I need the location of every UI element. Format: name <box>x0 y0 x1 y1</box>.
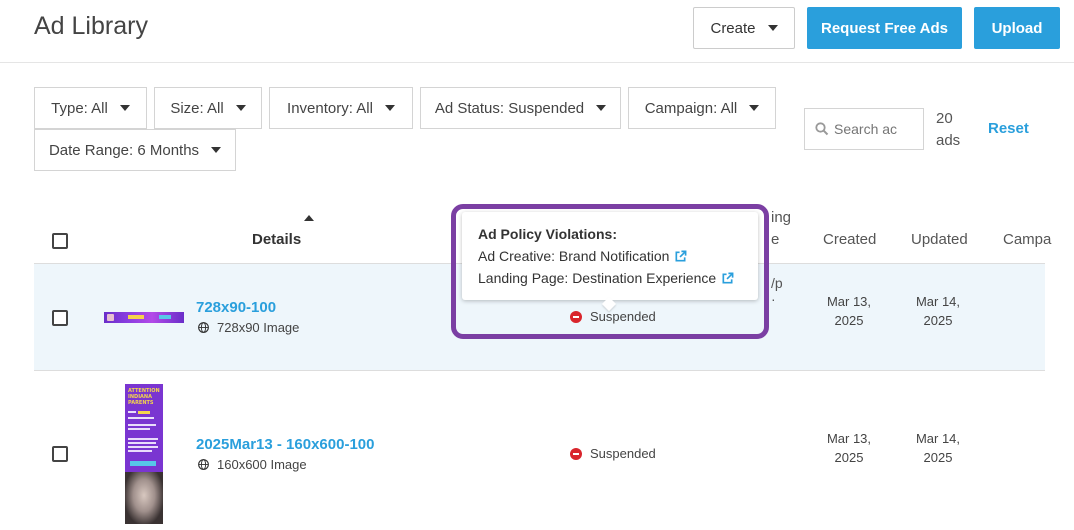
violation-ad-creative[interactable]: Ad Creative: Brand Notification <box>478 248 687 264</box>
ad-name-link[interactable]: 728x90-100 <box>196 299 276 316</box>
column-header-campaign[interactable]: Campa <box>1003 231 1051 248</box>
search-box[interactable] <box>804 108 924 150</box>
column-header-details[interactable]: Details <box>252 231 301 248</box>
search-input[interactable] <box>834 121 916 137</box>
filter-date-range[interactable]: Date Range: 6 Months <box>34 129 236 171</box>
updated-date-line1: Mar 14, <box>915 294 961 309</box>
suspended-icon <box>570 447 582 460</box>
status-badge: Suspended <box>570 446 656 461</box>
partial-cell-bottom: · <box>771 291 776 307</box>
violation-landing-page[interactable]: Landing Page: Destination Experience <box>478 270 734 286</box>
chevron-down-icon <box>749 105 760 111</box>
created-date: Mar 13, 2025 <box>819 429 879 467</box>
thumbnail-text-line3: PARENTS <box>128 400 154 406</box>
status-label: Suspended <box>590 309 656 324</box>
ad-thumbnail-skyscraper[interactable]: ATTENTION INDIANA PARENTS <box>125 384 163 524</box>
updated-date-line2: 2025 <box>923 450 953 465</box>
table-row[interactable] <box>34 372 1045 530</box>
filter-inventory-label: Inventory: All <box>287 99 373 117</box>
chevron-down-icon <box>767 25 778 31</box>
ad-type-label: 160x600 Image <box>217 457 307 472</box>
column-header-created[interactable]: Created <box>823 231 876 248</box>
search-icon <box>815 122 829 136</box>
updated-date: Mar 14, 2025 <box>908 292 968 330</box>
created-date-line1: Mar 13, <box>826 431 872 446</box>
create-button-label: Create <box>710 19 756 37</box>
updated-date: Mar 14, 2025 <box>908 429 968 467</box>
filter-date-range-label: Date Range: 6 Months <box>48 141 200 159</box>
globe-icon <box>198 459 209 470</box>
row-checkbox[interactable] <box>52 446 68 462</box>
created-date-line1: Mar 13, <box>826 294 872 309</box>
sort-ascending-icon[interactable] <box>304 215 314 221</box>
row-checkbox[interactable] <box>52 310 68 326</box>
updated-date-line2: 2025 <box>923 313 953 328</box>
page-title: Ad Library <box>34 12 148 40</box>
status-badge: Suspended <box>570 309 656 324</box>
filter-ad-status-label: Ad Status: Suspended <box>434 99 585 117</box>
filter-type[interactable]: Type: All <box>34 87 147 129</box>
header-divider <box>0 62 1074 63</box>
column-header-partial-bottom: e <box>771 231 780 248</box>
suspended-icon <box>570 310 582 323</box>
column-header-updated[interactable]: Updated <box>911 231 968 248</box>
ads-count-number: 20 <box>936 110 953 127</box>
filter-ad-status[interactable]: Ad Status: Suspended <box>420 87 621 129</box>
ads-count: 20 ads <box>936 108 966 152</box>
globe-icon <box>198 322 209 333</box>
chevron-down-icon <box>235 105 246 111</box>
violation-landing-page-label: Landing Page: Destination Experience <box>478 270 717 286</box>
request-free-ads-button[interactable]: Request Free Ads <box>807 7 962 49</box>
upload-button[interactable]: Upload <box>974 7 1060 49</box>
created-date-line2: 2025 <box>834 450 864 465</box>
ads-count-unit: ads <box>936 132 961 149</box>
filter-campaign-label: Campaign: All <box>644 99 738 117</box>
filter-size[interactable]: Size: All <box>154 87 262 129</box>
updated-date-line1: Mar 14, <box>915 431 961 446</box>
chevron-down-icon <box>211 147 222 153</box>
create-button[interactable]: Create <box>693 7 795 49</box>
child-photo <box>125 472 163 524</box>
select-all-checkbox[interactable] <box>52 233 68 249</box>
partial-cell-top: /p <box>771 275 783 291</box>
ad-library-page: Ad Library Create Request Free Ads Uploa… <box>0 0 1074 530</box>
created-date-line2: 2025 <box>834 313 864 328</box>
reset-link[interactable]: Reset <box>988 120 1029 137</box>
violation-ad-creative-label: Ad Creative: Brand Notification <box>478 248 670 264</box>
ad-type: 728x90 Image <box>198 320 299 335</box>
external-link-icon[interactable] <box>721 272 734 285</box>
chevron-down-icon <box>119 105 130 111</box>
ad-name-link[interactable]: 2025Mar13 - 160x600-100 <box>196 436 374 453</box>
popover-title: Ad Policy Violations: <box>478 226 617 242</box>
filter-inventory[interactable]: Inventory: All <box>269 87 413 129</box>
ad-type: 160x600 Image <box>198 457 307 472</box>
chevron-down-icon <box>596 105 607 111</box>
filter-campaign[interactable]: Campaign: All <box>628 87 776 129</box>
thumbnail-text: ATTENTION INDIANA PARENTS <box>128 388 160 406</box>
external-link-icon[interactable] <box>674 250 687 263</box>
filter-size-label: Size: All <box>170 99 224 117</box>
filter-type-label: Type: All <box>51 99 108 117</box>
status-label: Suspended <box>590 446 656 461</box>
ad-thumbnail-leaderboard[interactable] <box>104 312 184 323</box>
column-header-partial-top: ing <box>771 209 792 226</box>
chevron-down-icon <box>384 105 395 111</box>
ad-type-label: 728x90 Image <box>217 320 300 335</box>
created-date: Mar 13, 2025 <box>819 292 879 330</box>
